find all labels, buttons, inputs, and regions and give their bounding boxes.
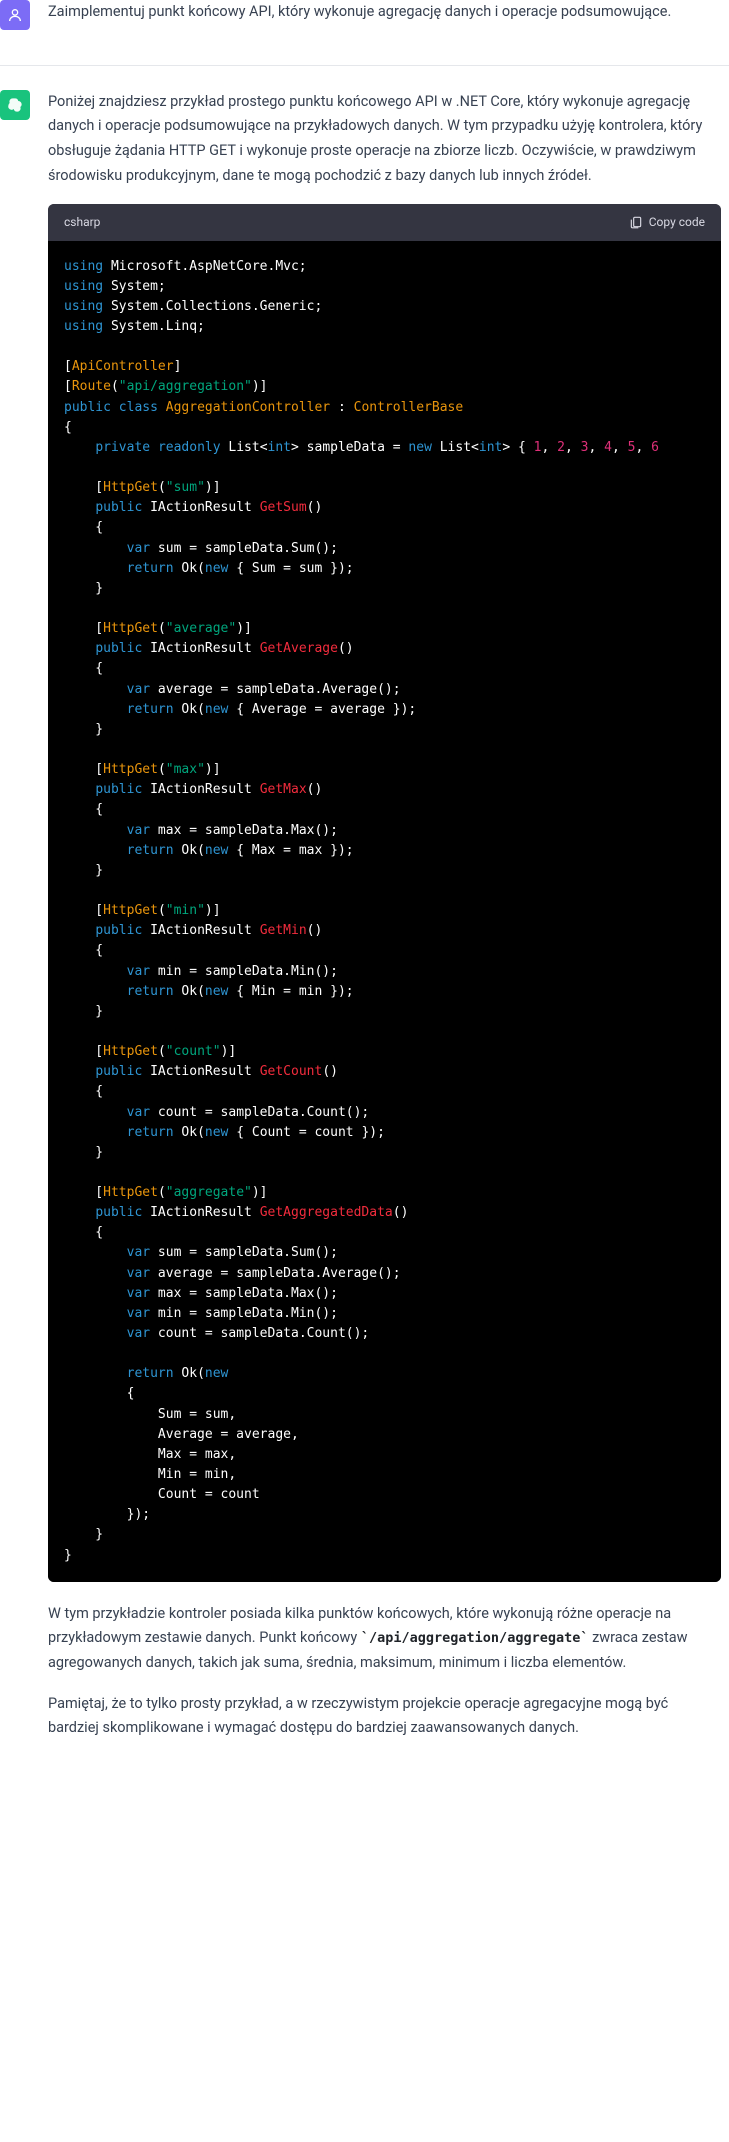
code-block: csharp Copy code using Microsoft.AspNetC… xyxy=(48,204,721,1582)
openai-icon xyxy=(7,97,23,113)
clipboard-icon xyxy=(629,215,643,229)
user-avatar xyxy=(0,0,30,30)
copy-code-label: Copy code xyxy=(649,212,705,232)
assistant-avatar xyxy=(0,90,30,120)
code-content: using Microsoft.AspNetCore.Mvc; using Sy… xyxy=(64,257,705,1566)
person-icon xyxy=(7,7,23,23)
code-scroll[interactable]: using Microsoft.AspNetCore.Mvc; using Sy… xyxy=(48,241,721,1582)
assistant-message-row: Poniżej znajdziesz przykład prostego pun… xyxy=(0,90,729,1781)
code-language-label: csharp xyxy=(64,212,100,232)
code-header: csharp Copy code xyxy=(48,204,721,240)
user-message-body: Zaimplementuj punkt końcowy API, który w… xyxy=(48,0,729,41)
assistant-intro: Poniżej znajdziesz przykład prostego pun… xyxy=(48,90,721,189)
message-separator xyxy=(0,65,729,66)
user-text: Zaimplementuj punkt końcowy API, który w… xyxy=(48,0,721,25)
assistant-outro-2: Pamiętaj, że to tylko prosty przykład, a… xyxy=(48,1692,721,1741)
copy-code-button[interactable]: Copy code xyxy=(629,212,705,232)
endpoint-code: `/api/aggregation/aggregate` xyxy=(361,1630,589,1646)
user-message-row: Zaimplementuj punkt końcowy API, który w… xyxy=(0,0,729,65)
assistant-message-body: Poniżej znajdziesz przykład prostego pun… xyxy=(48,90,729,1757)
assistant-outro-1: W tym przykładzie kontroler posiada kilk… xyxy=(48,1602,721,1676)
